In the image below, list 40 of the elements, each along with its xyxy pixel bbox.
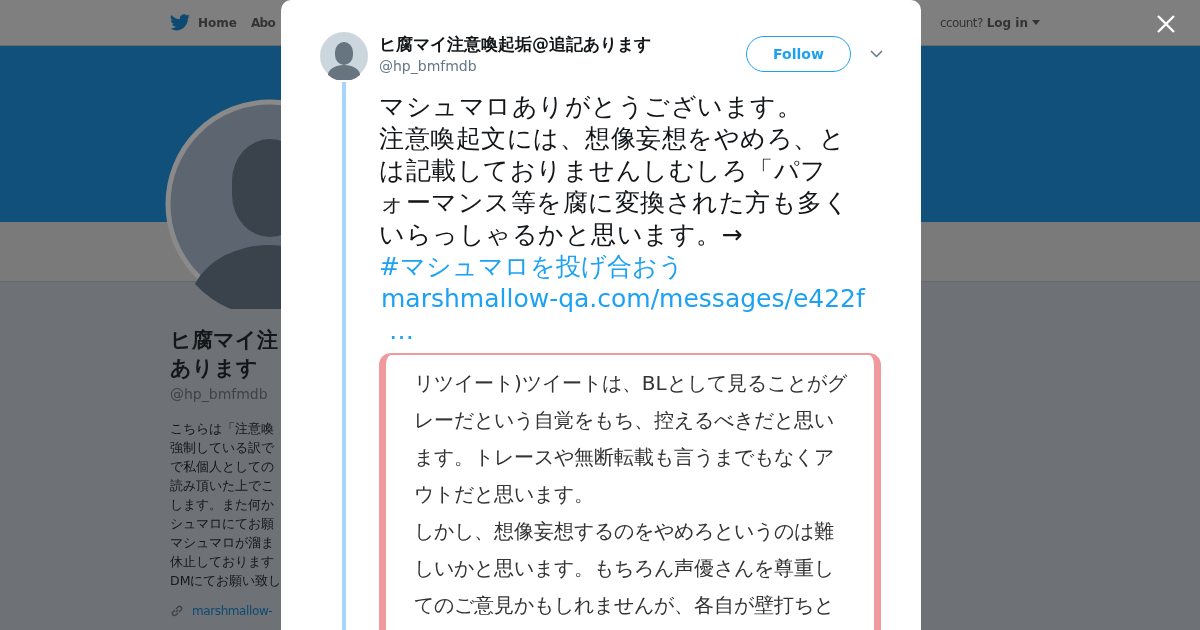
author-name[interactable]: ヒ腐マイ注意喚起垢@追記あります [379,32,651,56]
profile-link[interactable]: marshmallow- [192,602,273,620]
attached-screenshot[interactable]: リツイート)ツイートは、BLとして見ることがグ レーだという自覚をもち、控えるべきだと思い ます。トレースや無断転載も言うまでもなくア ウトだと思います。 しかし、想像妄想するのをやめろというのは難 しいかと思います。もちろん声優さんを尊重し てのご意見かもしれませんが、各自が壁打ちと [379,353,881,630]
screenshot-text-line: ます。トレースや無断転載も言うまでもなくア [414,444,834,471]
profile-bio-line: 強制している訳で [170,439,274,457]
tweet-text-line: は記載しておりませんしむしろ「パフ [379,155,827,187]
tweet-text-line: 注意喚起文には、想像妄想をやめろ、と [379,123,845,155]
profile-bio-line: DMにてお願い致し [170,572,282,590]
account-prompt: ccount? [940,14,983,32]
url-link[interactable]: marshmallow-qa.com/messages/e422f [381,283,865,315]
profile-bio-line: で私個人としての [170,458,274,476]
screenshot-text-line: リツイート)ツイートは、BLとして見ることがグ [414,370,847,397]
tweet-text-line: ォーマンス等を腐に変換された方も多く [379,187,849,219]
profile-bio-line: マシュマロが溜ま [170,534,274,552]
link-icon [170,604,184,618]
login-link[interactable]: Log in [986,13,1040,32]
profile-bio-line: 休止しております [170,553,274,571]
profile-bio-line: こちらは「注意喚 [170,420,274,438]
nav-link[interactable]: Home [170,13,237,32]
chevron-icon[interactable] [870,50,883,58]
nav-link[interactable]: Abo [250,13,276,32]
close-icon [1157,15,1175,33]
profile-name: ヒ腐マイ注 [170,327,278,354]
tweet-text-line: いらっしゃるかと思います。→ [379,219,743,251]
screenshot-text-line: ウトだと思います。 [414,481,594,508]
profile-name: あります [170,355,258,382]
author-handle: @hp_bmfmdb [379,57,478,76]
caret-icon [1032,20,1040,25]
profile-bio-line: シュマロにてお願 [170,515,274,533]
screenshot-text-line: しかし、想像妄想するのをやめろというのは難 [414,518,834,545]
screenshot-text-line: レーだという自覚をもち、控えるべきだと思い [414,407,834,434]
ellipsis: … [389,315,414,347]
profile-bio-line: 読み頂いた上でこ [170,477,274,495]
avatar-icon [320,32,368,80]
screenshot-text-line: てのご意見かもしれませんが、各自が壁打ちと [414,592,834,619]
hashtag-link[interactable]: #マシュマロを投げ合おう [379,251,684,283]
screenshot-text-line: しいかと思います。もちろん声優さんを尊重し [414,555,834,582]
tweet-text-line: マシュマロありがとうございます。 [379,91,802,123]
bird-icon [170,14,190,31]
profile-bio-line: します。また何か [170,496,274,514]
